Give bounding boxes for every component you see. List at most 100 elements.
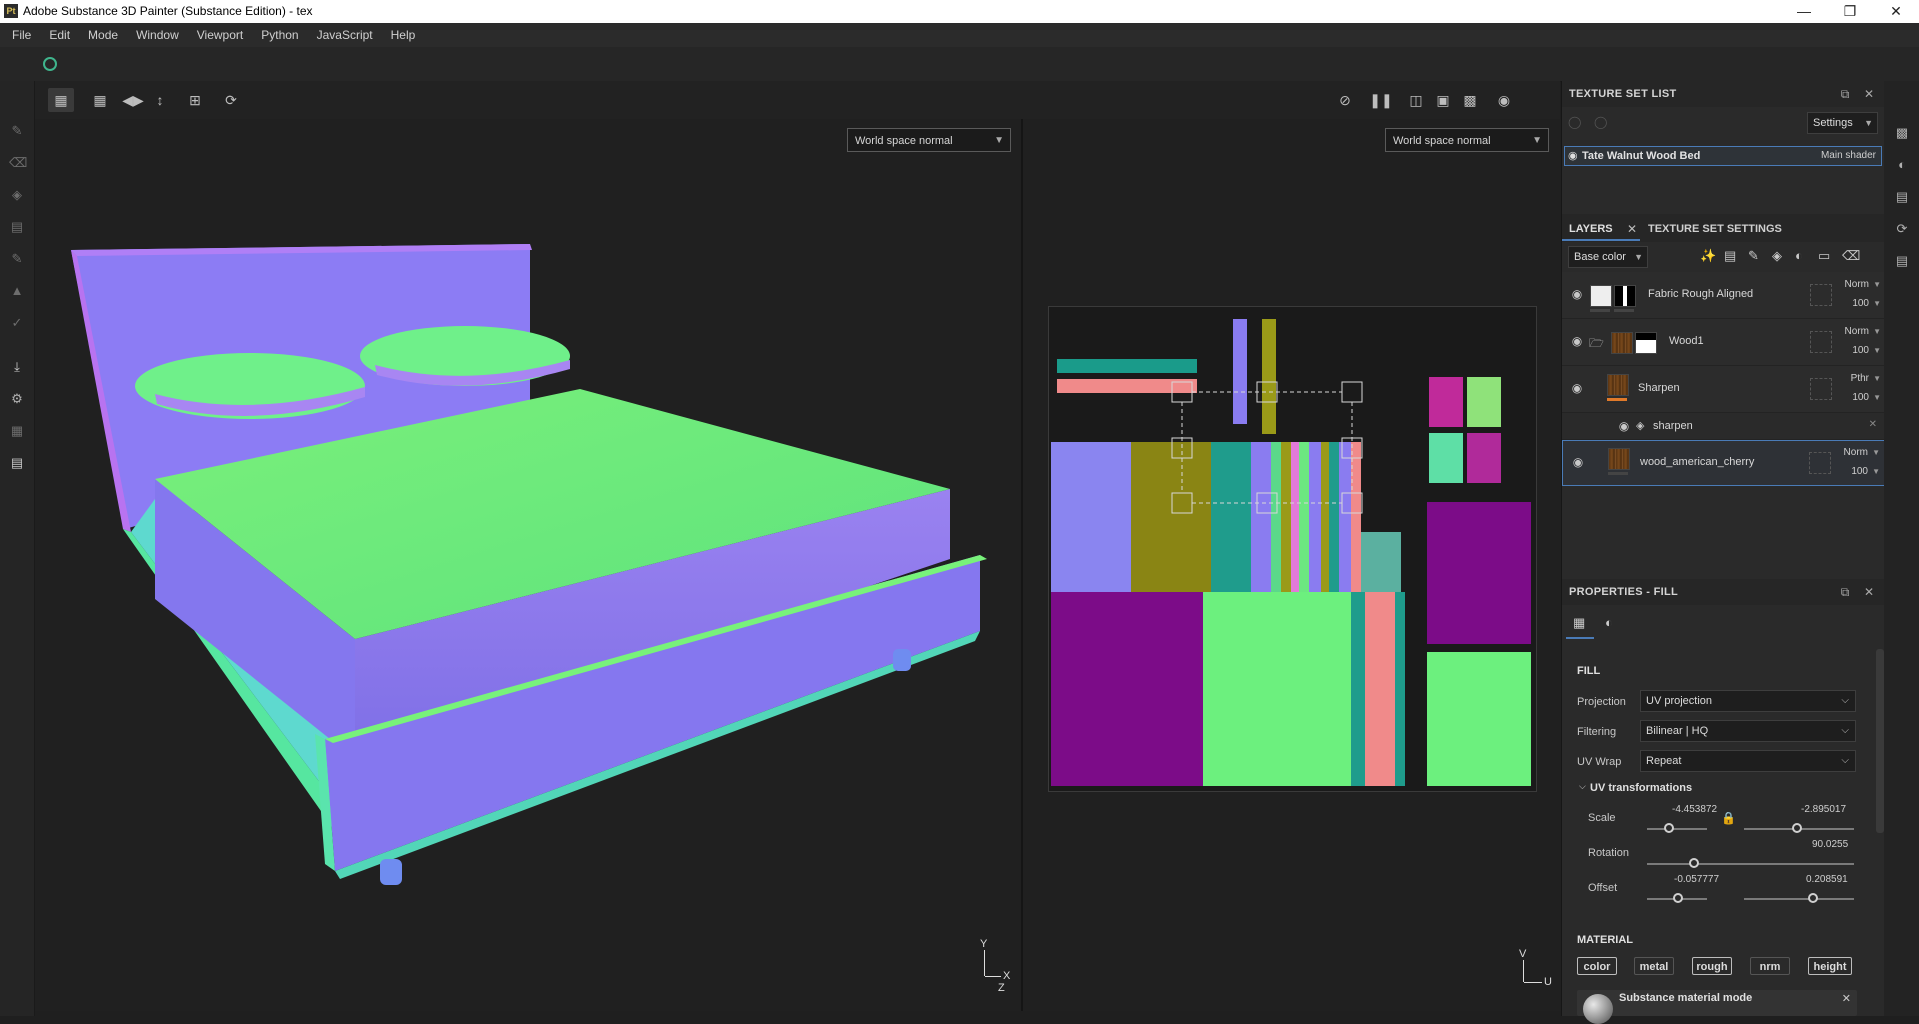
- tab-fill-properties[interactable]: ▦: [1566, 609, 1594, 639]
- viewport-3d[interactable]: World space normal ▼ Y X Z: [35, 119, 1021, 1011]
- scale-u-knob[interactable]: [1664, 823, 1674, 833]
- channel-chip-metal[interactable]: metal: [1634, 957, 1674, 975]
- undock-icon[interactable]: ⧉: [1837, 584, 1853, 600]
- grid-view-icon[interactable]: ▦: [87, 88, 113, 112]
- minimize-icon[interactable]: —: [1781, 0, 1827, 23]
- export-icon[interactable]: ▤: [9, 455, 25, 471]
- history-icon[interactable]: ⟳: [218, 88, 244, 112]
- tab-material-properties[interactable]: ◐: [1598, 609, 1626, 637]
- add-effect-icon[interactable]: ✨: [1700, 248, 1716, 264]
- layer-opacity[interactable]: 100: [1852, 345, 1869, 356]
- smart-material-icon[interactable]: ◐: [1795, 248, 1803, 263]
- layer-opacity[interactable]: 100: [1852, 392, 1869, 403]
- properties-scrollbar[interactable]: [1876, 649, 1884, 833]
- add-fill-layer-icon[interactable]: ◈: [1772, 248, 1782, 264]
- channel-chip-rough[interactable]: rough: [1692, 957, 1732, 975]
- blend-mode[interactable]: Norm: [1845, 326, 1869, 337]
- eye-icon[interactable]: ◉: [1571, 456, 1585, 468]
- rotation-knob[interactable]: [1689, 858, 1699, 868]
- folder-icon[interactable]: 🗁: [1589, 334, 1604, 355]
- offset-u-knob[interactable]: [1673, 893, 1683, 903]
- lock-icon[interactable]: 🔒: [1721, 811, 1736, 825]
- scale-u-value[interactable]: -4.453872: [1672, 804, 1717, 815]
- scale-v-value[interactable]: -2.895017: [1801, 804, 1846, 815]
- paint-brush-icon[interactable]: ✎: [9, 123, 25, 139]
- screenshot-icon[interactable]: ◉: [1491, 88, 1517, 112]
- channel-chip-nrm[interactable]: nrm: [1750, 957, 1790, 975]
- history-icon[interactable]: ⟳: [1894, 221, 1910, 237]
- undock-icon[interactable]: ⧉: [1837, 86, 1853, 102]
- add-mask-icon[interactable]: ▤: [1724, 248, 1736, 264]
- menu-file[interactable]: File: [3, 23, 40, 47]
- channel-select[interactable]: Base color ▼: [1568, 246, 1648, 268]
- blend-mode[interactable]: Norm: [1844, 447, 1868, 458]
- channel-chip-color[interactable]: color: [1577, 957, 1617, 975]
- close-icon[interactable]: ✕: [1869, 419, 1877, 430]
- close-icon[interactable]: ✕: [1873, 0, 1919, 23]
- symmetry-x-icon[interactable]: ◀▶: [120, 88, 146, 112]
- viewport-2d[interactable]: World space normal ▼ V U: [1023, 119, 1561, 1011]
- log-icon[interactable]: ▤: [1894, 253, 1910, 269]
- offset-v-value[interactable]: 0.208591: [1806, 874, 1848, 885]
- scale-v-knob[interactable]: [1792, 823, 1802, 833]
- channel-chip-height[interactable]: height: [1808, 957, 1852, 975]
- blend-mode[interactable]: Pthr: [1851, 373, 1869, 384]
- offset-v-slider[interactable]: [1744, 898, 1854, 900]
- tab-texture-set-settings[interactable]: TEXTURE SET SETTINGS: [1648, 223, 1782, 235]
- close-icon[interactable]: ✕: [1861, 584, 1877, 600]
- chevron-down-icon[interactable]: ⌵: [1579, 781, 1586, 792]
- eye-icon[interactable]: ◯: [1594, 115, 1607, 129]
- scale-u-slider[interactable]: [1647, 828, 1707, 830]
- add-folder-icon[interactable]: ▭: [1818, 248, 1830, 264]
- mask-thumbnail[interactable]: [1635, 332, 1657, 354]
- shader-name[interactable]: Main shader: [1821, 150, 1876, 161]
- hide-icon[interactable]: ⊘: [1332, 88, 1358, 112]
- frame-icon[interactable]: ⊞: [182, 88, 208, 112]
- projection-select[interactable]: UV projection ⌵: [1640, 690, 1856, 712]
- layer-row[interactable]: ◉ Fabric Rough Aligned Norm ▼ 100 ▼: [1562, 272, 1885, 319]
- eye-icon[interactable]: ◉: [1570, 335, 1584, 347]
- close-icon[interactable]: ✕: [1842, 992, 1851, 1005]
- channel-dropdown-2d[interactable]: World space normal ▼: [1385, 128, 1549, 152]
- settings-dropdown[interactable]: Settings ▼: [1807, 112, 1878, 134]
- layer-row[interactable]: ◉ 🗁 Wood1 Norm ▼ 100 ▼: [1562, 319, 1885, 366]
- menu-python[interactable]: Python: [252, 23, 307, 47]
- geometry-mask-icon[interactable]: ▤: [9, 219, 25, 235]
- add-paint-layer-icon[interactable]: ✎: [1748, 248, 1759, 264]
- offset-v-knob[interactable]: [1808, 893, 1818, 903]
- assets-icon[interactable]: ▤: [1894, 189, 1910, 205]
- filtering-select[interactable]: Bilinear | HQ ⌵: [1640, 720, 1856, 742]
- material-mode-card[interactable]: Substance material mode ✕: [1577, 990, 1857, 1024]
- tab-layers[interactable]: LAYERS: [1569, 223, 1613, 235]
- projection-icon[interactable]: ◈: [9, 187, 25, 203]
- offset-u-value[interactable]: -0.057777: [1674, 874, 1719, 885]
- uv-wrap-select[interactable]: Repeat ⌵: [1640, 750, 1856, 772]
- split-view-icon[interactable]: ◫: [1403, 88, 1429, 112]
- delete-layer-icon[interactable]: ⌫: [1842, 248, 1860, 264]
- shader-settings-icon[interactable]: ◐: [1894, 157, 1910, 173]
- polygon-fill-icon[interactable]: ▦: [9, 423, 25, 439]
- camera-icon[interactable]: ▩: [1457, 88, 1483, 112]
- eye-icon[interactable]: ◉: [1570, 288, 1584, 300]
- layer-opacity[interactable]: 100: [1852, 298, 1869, 309]
- eye-icon[interactable]: ◉: [1568, 149, 1578, 162]
- menu-javascript[interactable]: JavaScript: [308, 23, 382, 47]
- smudge-icon[interactable]: ✎: [9, 251, 25, 267]
- texture-set-row[interactable]: ◉ Tate Walnut Wood Bed Main shader: [1564, 146, 1882, 166]
- menu-viewport[interactable]: Viewport: [188, 23, 252, 47]
- symmetry-y-icon[interactable]: ↕: [147, 88, 173, 112]
- eraser-icon[interactable]: ⌫: [9, 155, 27, 171]
- layer-row-selected[interactable]: ◉ wood_american_cherry Norm ▼ 100 ▼: [1562, 440, 1885, 486]
- layer-opacity[interactable]: 100: [1851, 466, 1868, 477]
- maximize-icon[interactable]: ❐: [1827, 0, 1873, 23]
- single-view-icon[interactable]: ▦: [48, 88, 74, 112]
- close-icon[interactable]: ✕: [1861, 86, 1877, 102]
- bake-icon[interactable]: ⤓: [9, 359, 25, 375]
- menu-window[interactable]: Window: [127, 23, 188, 47]
- rotation-slider[interactable]: [1647, 863, 1854, 865]
- eye-icon[interactable]: ◉: [1617, 420, 1631, 432]
- pause-icon[interactable]: ❚❚: [1368, 88, 1394, 112]
- menu-edit[interactable]: Edit: [40, 23, 79, 47]
- blend-mode[interactable]: Norm: [1845, 279, 1869, 290]
- visibility-off-icon[interactable]: ◯: [1568, 115, 1581, 129]
